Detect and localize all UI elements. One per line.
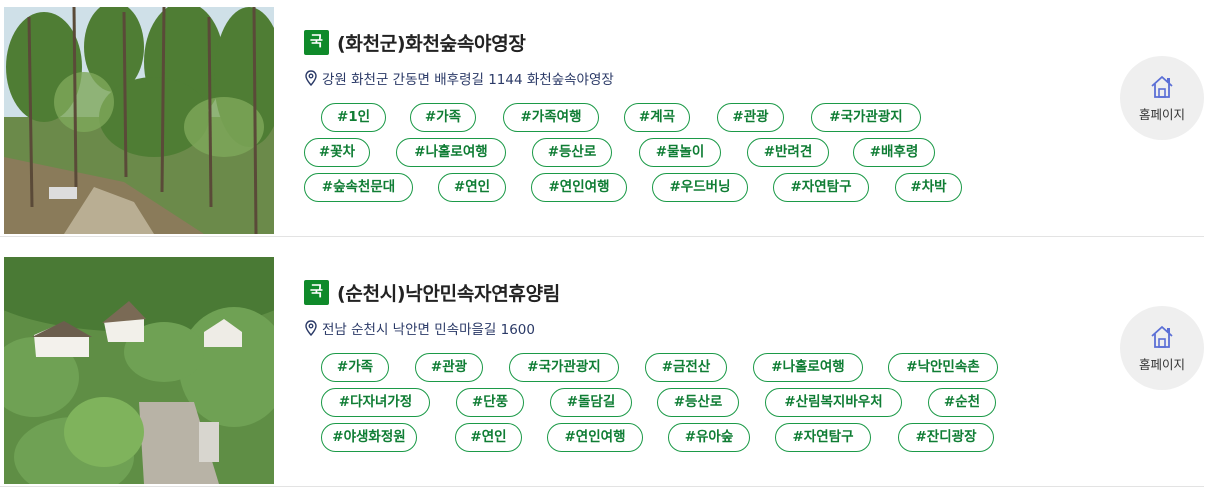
campsite-title-row: 국 (화천군)화천숲속야영장 (304, 29, 526, 55)
tag-list: #1인 #가족 #가족여행 #계곡 #관광 #국가관광지 #꽃차 #나홀로여행 … (304, 103, 1004, 208)
tag[interactable]: #우드버닝 (652, 173, 748, 202)
map-pin-icon (305, 70, 317, 86)
campsite-title[interactable]: (순천시)낙안민속자연휴양림 (337, 279, 560, 306)
map-pin-icon (305, 320, 317, 336)
tag-row: #1인 #가족 #가족여행 #계곡 #관광 #국가관광지 (304, 103, 1004, 132)
address-row: 강원 화천군 간동면 배후령길 1144 화천숲속야영장 (305, 68, 614, 88)
tag[interactable]: #관광 (415, 353, 483, 382)
tag[interactable]: #야생화정원 (321, 423, 417, 452)
tag[interactable]: #1인 (321, 103, 386, 132)
address-text: 강원 화천군 간동면 배후령길 1144 화천숲속야영장 (322, 72, 614, 88)
tag[interactable]: #잔디광장 (898, 423, 994, 452)
campsite-title[interactable]: (화천군)화천숲속야영장 (337, 29, 526, 56)
campsite-thumbnail[interactable] (4, 257, 274, 484)
tag[interactable]: #산림복지바우처 (765, 388, 902, 417)
tag[interactable]: #가족 (321, 353, 389, 382)
tag[interactable]: #돌담길 (550, 388, 632, 417)
tag[interactable]: #관광 (717, 103, 784, 132)
homepage-button[interactable]: 홈페이지 (1120, 56, 1204, 140)
national-badge: 국 (304, 29, 329, 55)
campsite-item: 국 (화천군)화천숲속야영장 강원 화천군 간동면 배후령길 1144 화천숲속… (0, 0, 1204, 237)
address-row: 전남 순천시 낙안면 민속마을길 1600 (305, 318, 535, 338)
tag-row: #가족 #관광 #국가관광지 #금전산 #나홀로여행 #낙안민속촌 (304, 353, 1004, 382)
national-badge: 국 (304, 279, 329, 305)
tag[interactable]: #반려견 (747, 138, 829, 167)
tag-list: #가족 #관광 #국가관광지 #금전산 #나홀로여행 #낙안민속촌 #다자녀가정… (304, 353, 1004, 458)
campsite-title-row: 국 (순천시)낙안민속자연휴양림 (304, 279, 560, 305)
tag[interactable]: #순천 (928, 388, 996, 417)
tag[interactable]: #낙안민속촌 (888, 353, 998, 382)
tag[interactable]: #연인 (438, 173, 506, 202)
tag[interactable]: #연인 (455, 423, 522, 452)
homepage-label: 홈페이지 (1138, 356, 1185, 372)
tag[interactable]: #다자녀가정 (321, 388, 430, 417)
tag[interactable]: #물놀이 (639, 138, 721, 167)
tag[interactable]: #연인여행 (531, 173, 627, 202)
campsite-item: 국 (순천시)낙안민속자연휴양림 전남 순천시 낙안면 민속마을길 1600 #… (0, 250, 1204, 487)
home-icon (1151, 75, 1173, 98)
tag-row: #꽃차 #나홀로여행 #등산로 #물놀이 #반려견 #배후령 (304, 138, 1004, 167)
tag[interactable]: #꽃차 (304, 138, 370, 167)
tag[interactable]: #국가관광지 (811, 103, 921, 132)
tag[interactable]: #자연탐구 (773, 173, 869, 202)
tag[interactable]: #나홀로여행 (753, 353, 863, 382)
tag[interactable]: #숲속천문대 (304, 173, 413, 202)
address-text: 전남 순천시 낙안면 민속마을길 1600 (322, 322, 535, 338)
tag[interactable]: #나홀로여행 (396, 138, 506, 167)
tag[interactable]: #등산로 (657, 388, 739, 417)
tag[interactable]: #연인여행 (547, 423, 643, 452)
campsite-thumbnail[interactable] (4, 7, 274, 234)
tag[interactable]: #금전산 (645, 353, 727, 382)
tag-row: #숲속천문대 #연인 #연인여행 #우드버닝 #자연탐구 #차박 (304, 173, 1004, 202)
tag-row: #야생화정원 #연인 #연인여행 #유아숲 #자연탐구 #잔디광장 (304, 423, 1004, 452)
tag[interactable]: #등산로 (532, 138, 612, 167)
home-icon (1151, 325, 1173, 348)
homepage-label: 홈페이지 (1138, 106, 1185, 122)
tag[interactable]: #가족여행 (503, 103, 599, 132)
campsite-list: 국 (화천군)화천숲속야영장 강원 화천군 간동면 배후령길 1144 화천숲속… (0, 0, 1212, 489)
tag-row: #다자녀가정 #단풍 #돌담길 #등산로 #산림복지바우처 #순천 (304, 388, 1004, 417)
homepage-button[interactable]: 홈페이지 (1120, 306, 1204, 390)
tag[interactable]: #배후령 (853, 138, 935, 167)
tag[interactable]: #자연탐구 (775, 423, 871, 452)
tag[interactable]: #계곡 (624, 103, 690, 132)
tag[interactable]: #유아숲 (668, 423, 750, 452)
tag[interactable]: #단풍 (456, 388, 524, 417)
tag[interactable]: #가족 (410, 103, 476, 132)
tag[interactable]: #차박 (895, 173, 962, 202)
tag[interactable]: #국가관광지 (509, 353, 619, 382)
